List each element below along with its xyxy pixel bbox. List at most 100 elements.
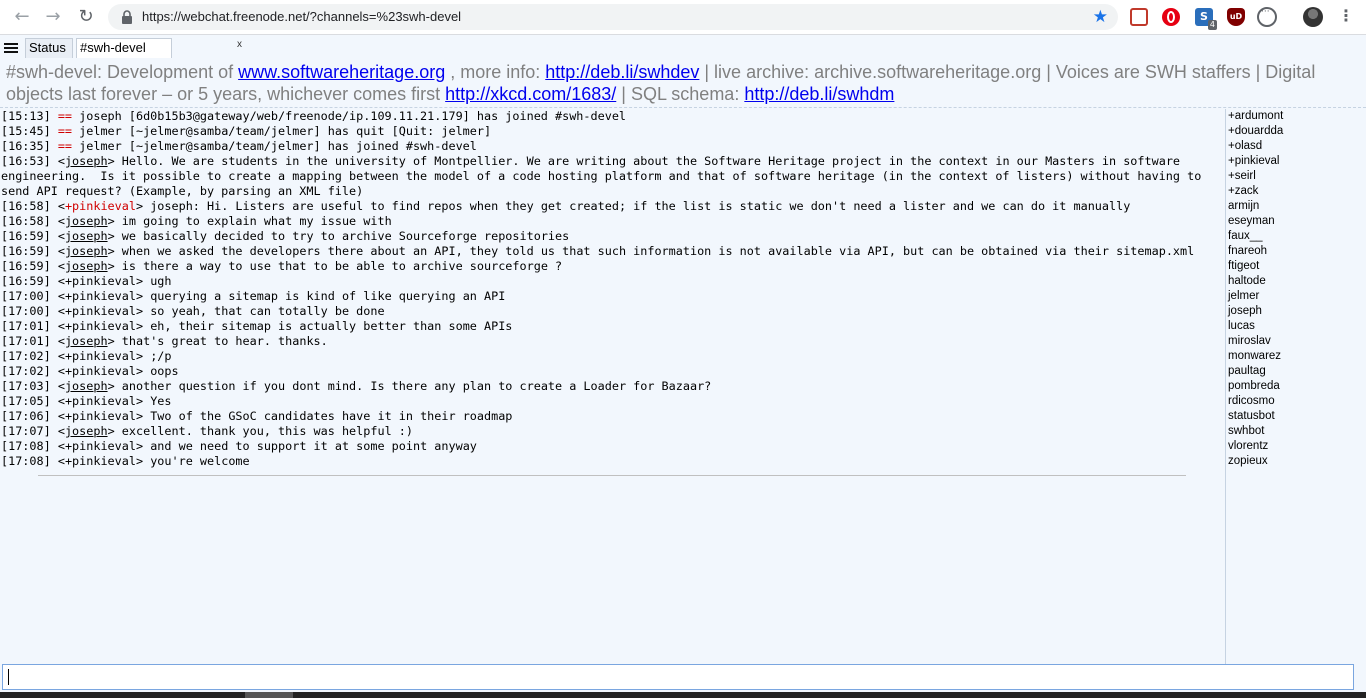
reload-icon[interactable]: ↻ <box>76 7 96 27</box>
message-time: [15:13] <box>1 109 51 123</box>
message-nick[interactable]: +pinkieval <box>65 199 136 213</box>
tab-swh-devel[interactable]: #swh-devel x <box>76 38 242 58</box>
message-nick[interactable]: +pinkieval <box>65 349 136 363</box>
nick-list-item[interactable]: rdicosmo <box>1226 394 1366 409</box>
message-text: oops <box>150 364 179 378</box>
nick-list-item[interactable]: swhbot <box>1226 424 1366 439</box>
nick-list-item[interactable]: monwarez <box>1226 349 1366 364</box>
close-tab-icon[interactable]: x <box>237 39 242 50</box>
message-nick[interactable]: joseph <box>65 379 108 393</box>
text-caret <box>8 669 9 685</box>
message-text: excellent. thank you, this was helpful :… <box>121 424 413 438</box>
ublock-extension-icon[interactable]: uD <box>1227 8 1245 26</box>
channel-topic: #swh-devel: Development of www.softwareh… <box>6 61 1358 105</box>
nick-list-item[interactable]: faux__ <box>1226 229 1366 244</box>
message-nick[interactable]: joseph <box>65 229 108 243</box>
bookmark-star-icon[interactable]: ★ <box>1093 7 1108 27</box>
message-nick[interactable]: +pinkieval <box>65 409 136 423</box>
nick-list-item[interactable]: haltode <box>1226 274 1366 289</box>
message-nick[interactable]: joseph <box>65 259 108 273</box>
message-text: Yes <box>150 394 172 408</box>
nick-list-item[interactable]: +pinkieval <box>1226 154 1366 169</box>
profile-avatar[interactable] <box>1303 7 1323 27</box>
message-nick[interactable]: +pinkieval <box>65 304 136 318</box>
tab-extension-icon[interactable] <box>1257 7 1277 27</box>
message-line: [16:59] <joseph> is there a way to use t… <box>1 259 563 273</box>
topic-link[interactable]: http://xkcd.com/1683/ <box>445 84 616 104</box>
message-nick[interactable]: joseph <box>65 244 108 258</box>
browser-menu-icon[interactable]: ⋮ <box>1338 6 1354 26</box>
s-extension-icon[interactable]: S4 <box>1195 8 1217 30</box>
message-nick[interactable]: joseph <box>65 334 108 348</box>
message-time: [17:02] <box>1 349 51 363</box>
message-text: another question if you dont mind. Is th… <box>121 379 712 393</box>
event-marker: == <box>57 124 73 138</box>
topic-divider <box>0 107 1366 108</box>
message-text: is there a way to use that to be able to… <box>121 259 563 273</box>
nick-list-item[interactable]: paultag <box>1226 364 1366 379</box>
message-time: [15:45] <box>1 124 51 138</box>
nick-list-item[interactable]: lucas <box>1226 319 1366 334</box>
nick-list-item[interactable]: miroslav <box>1226 334 1366 349</box>
nick-list-item[interactable]: +seirl <box>1226 169 1366 184</box>
message-nick[interactable]: +pinkieval <box>65 289 136 303</box>
nick-list-item[interactable]: joseph <box>1226 304 1366 319</box>
topic-link[interactable]: http://deb.li/swhdev <box>545 62 699 82</box>
message-time: [17:08] <box>1 454 51 468</box>
ublock-label: uD <box>1229 12 1243 21</box>
message-time: [17:08] <box>1 439 51 453</box>
nick-list-item[interactable]: +zack <box>1226 184 1366 199</box>
topic-link[interactable]: http://deb.li/swhdm <box>744 84 894 104</box>
pdf-extension-icon[interactable] <box>1130 8 1148 26</box>
back-icon[interactable]: ← <box>12 7 32 27</box>
message-nick[interactable]: joseph <box>65 424 108 438</box>
message-time: [17:02] <box>1 364 51 378</box>
lock-icon <box>122 10 132 24</box>
hamburger-menu-icon[interactable] <box>4 43 18 53</box>
message-nick[interactable]: +pinkieval <box>65 454 136 468</box>
message-log[interactable]: [15:13] == joseph [6d0b15b3@gateway/web/… <box>0 109 1226 664</box>
message-line: [17:02] <+pinkieval> ;/p <box>1 349 172 363</box>
nick-list-item[interactable]: pombreda <box>1226 379 1366 394</box>
nick-list-item[interactable]: +douardda <box>1226 124 1366 139</box>
message-text: jelmer [~jelmer@samba/team/jelmer] has q… <box>72 124 492 138</box>
message-text: Two of the GSoC candidates have it in th… <box>150 409 513 423</box>
nick-list-item[interactable]: jelmer <box>1226 289 1366 304</box>
message-text: ;/p <box>150 349 172 363</box>
message-input[interactable] <box>2 664 1354 690</box>
message-text: joseph: Hi. Listers are useful to find r… <box>150 199 1131 213</box>
message-nick[interactable]: +pinkieval <box>65 364 136 378</box>
message-nick[interactable]: +pinkieval <box>65 274 136 288</box>
nick-list-item[interactable]: vlorentz <box>1226 439 1366 454</box>
irc-tab-strip: Status #swh-devel x <box>0 35 1366 60</box>
message-text: so yeah, that can totally be done <box>150 304 385 318</box>
opera-extension-icon[interactable] <box>1162 8 1180 26</box>
nick-list-item[interactable]: statusbot <box>1226 409 1366 424</box>
forward-icon[interactable]: → <box>43 7 63 27</box>
nick-list[interactable]: +ardumont +douardda +olasd +pinkieval +seirl… <box>1225 109 1366 664</box>
message-nick[interactable]: joseph <box>65 214 108 228</box>
message-text: querying a sitemap is kind of like query… <box>150 289 506 303</box>
message-line: [16:59] <joseph> we basically decided to… <box>1 229 570 243</box>
nick-list-item[interactable]: zopieux <box>1226 454 1366 469</box>
message-time: [16:58] <box>1 214 51 228</box>
event-marker: == <box>57 109 73 123</box>
message-text: jelmer [~jelmer@samba/team/jelmer] has j… <box>72 139 477 153</box>
message-nick[interactable]: +pinkieval <box>65 439 136 453</box>
message-nick[interactable]: joseph <box>65 154 108 168</box>
nick-list-item[interactable]: eseyman <box>1226 214 1366 229</box>
topic-link[interactable]: www.softwareheritage.org <box>238 62 445 82</box>
tab-status[interactable]: Status <box>25 38 73 58</box>
message-line: [15:13] == joseph [6d0b15b3@gateway/web/… <box>0 109 1226 124</box>
message-text: joseph [6d0b15b3@gateway/web/freenode/ip… <box>72 109 627 123</box>
message-time: [17:03] <box>1 379 51 393</box>
message-time: [17:00] <box>1 289 51 303</box>
message-nick[interactable]: +pinkieval <box>65 319 136 333</box>
nick-list-item[interactable]: armijn <box>1226 199 1366 214</box>
nick-list-item[interactable]: +olasd <box>1226 139 1366 154</box>
nick-list-item[interactable]: +ardumont <box>1226 109 1366 124</box>
nick-list-item[interactable]: ftigeot <box>1226 259 1366 274</box>
message-nick[interactable]: +pinkieval <box>65 394 136 408</box>
nick-list-item[interactable]: fnareoh <box>1226 244 1366 259</box>
address-bar[interactable]: https://webchat.freenode.net/?channels=%… <box>108 4 1118 30</box>
